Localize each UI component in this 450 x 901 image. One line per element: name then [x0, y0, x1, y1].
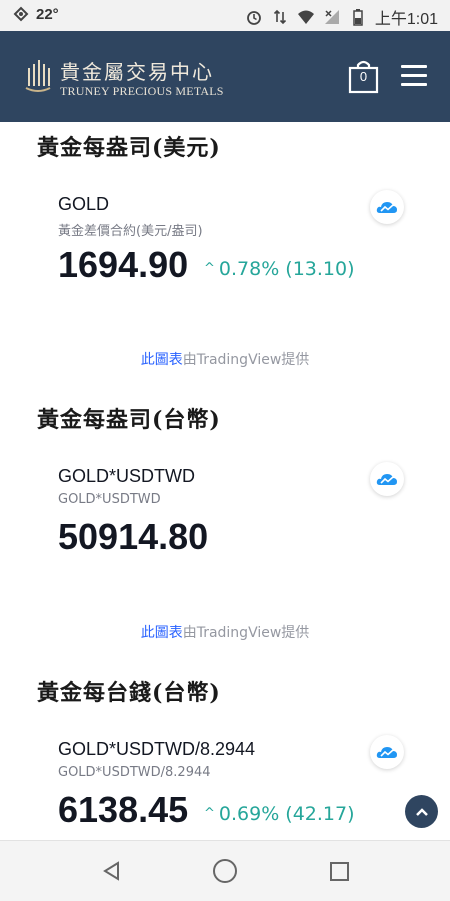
main-content: 黃金每盎司(美元) GOLD 黃金差價合約(美元/盎司) 1694.90 ^ 0.… [0, 122, 450, 840]
wifi-icon [297, 10, 314, 24]
up-arrow-icon: ^ [204, 806, 215, 821]
tradingview-logo-icon[interactable] [370, 735, 404, 769]
alarm-icon [246, 11, 261, 25]
section-title: 黃金每台錢(台幣) [37, 680, 221, 706]
change-value: 0.78% (13.10) [218, 258, 355, 280]
cart-count: 0 [359, 69, 368, 84]
logo-title-en[interactable]: TRUNEY PRECIOUS METALS [60, 84, 224, 99]
system-nav-bar [0, 840, 450, 901]
widget-price: 50914.80 [58, 516, 209, 557]
widget-description: GOLD*USDTWD [58, 492, 161, 507]
tradingview-logo-icon[interactable] [370, 462, 404, 496]
site-header: 貴金屬交易中心 TRUNEY PRECIOUS METALS 0 [0, 31, 450, 122]
widget-symbol[interactable]: GOLD*USDTWD [58, 466, 195, 487]
up-arrow-icon: ^ [204, 261, 215, 276]
menu-line [401, 83, 427, 86]
widget-description: 黃金差價合約(美元/盎司) [58, 224, 203, 239]
menu-line [401, 65, 427, 68]
menu-line [401, 74, 427, 77]
change-value: 0.69% (42.17) [218, 803, 355, 825]
home-icon[interactable] [213, 859, 237, 883]
widget-symbol[interactable]: GOLD [58, 194, 109, 215]
logo-title-zh[interactable]: 貴金屬交易中心 [60, 56, 214, 85]
tradingview-credit: 此圖表由TradingView提供 [0, 622, 450, 642]
signal-icon [324, 10, 339, 24]
temperature: 22° [36, 5, 59, 23]
credit-brand: TradingView [196, 352, 282, 368]
chevron-up-icon [415, 807, 428, 816]
clock: 上午1:01 [374, 11, 438, 28]
widget-price: 6138.45 [58, 789, 189, 830]
widget-symbol[interactable]: GOLD*USDTWD/8.2944 [58, 739, 255, 760]
widget-description: GOLD*USDTWD/8.2944 [58, 765, 211, 780]
section-title: 黃金每盎司(台幣) [37, 407, 221, 433]
credit-suffix: 提供 [281, 625, 310, 641]
tradingview-logo-icon[interactable] [370, 190, 404, 224]
data-transfer-icon [273, 9, 286, 25]
tradingview-credit: 此圖表由TradingView提供 [0, 349, 450, 369]
status-bar: 22° 上午1:01 [0, 0, 450, 31]
scroll-to-top-button[interactable] [405, 795, 438, 828]
widget-change: ^ 0.69% (42.17) [204, 803, 355, 825]
hamburger-menu-button[interactable] [401, 65, 427, 87]
chart-link[interactable]: 此圖表 [141, 625, 183, 641]
credit-mid: 由 [182, 625, 197, 641]
recent-apps-icon[interactable] [330, 862, 349, 881]
battery-icon [353, 9, 363, 26]
widget-price: 1694.90 [58, 244, 189, 285]
credit-brand: TradingView [196, 625, 282, 641]
chart-link[interactable]: 此圖表 [141, 352, 183, 368]
widget-change: ^ 0.78% (13.10) [204, 258, 355, 280]
back-icon[interactable] [102, 861, 122, 881]
section-title: 黃金每盎司(美元) [37, 135, 221, 161]
logo-mark-icon [25, 60, 51, 92]
credit-mid: 由 [182, 352, 197, 368]
credit-suffix: 提供 [281, 352, 310, 368]
app-notification-icon [13, 6, 29, 22]
